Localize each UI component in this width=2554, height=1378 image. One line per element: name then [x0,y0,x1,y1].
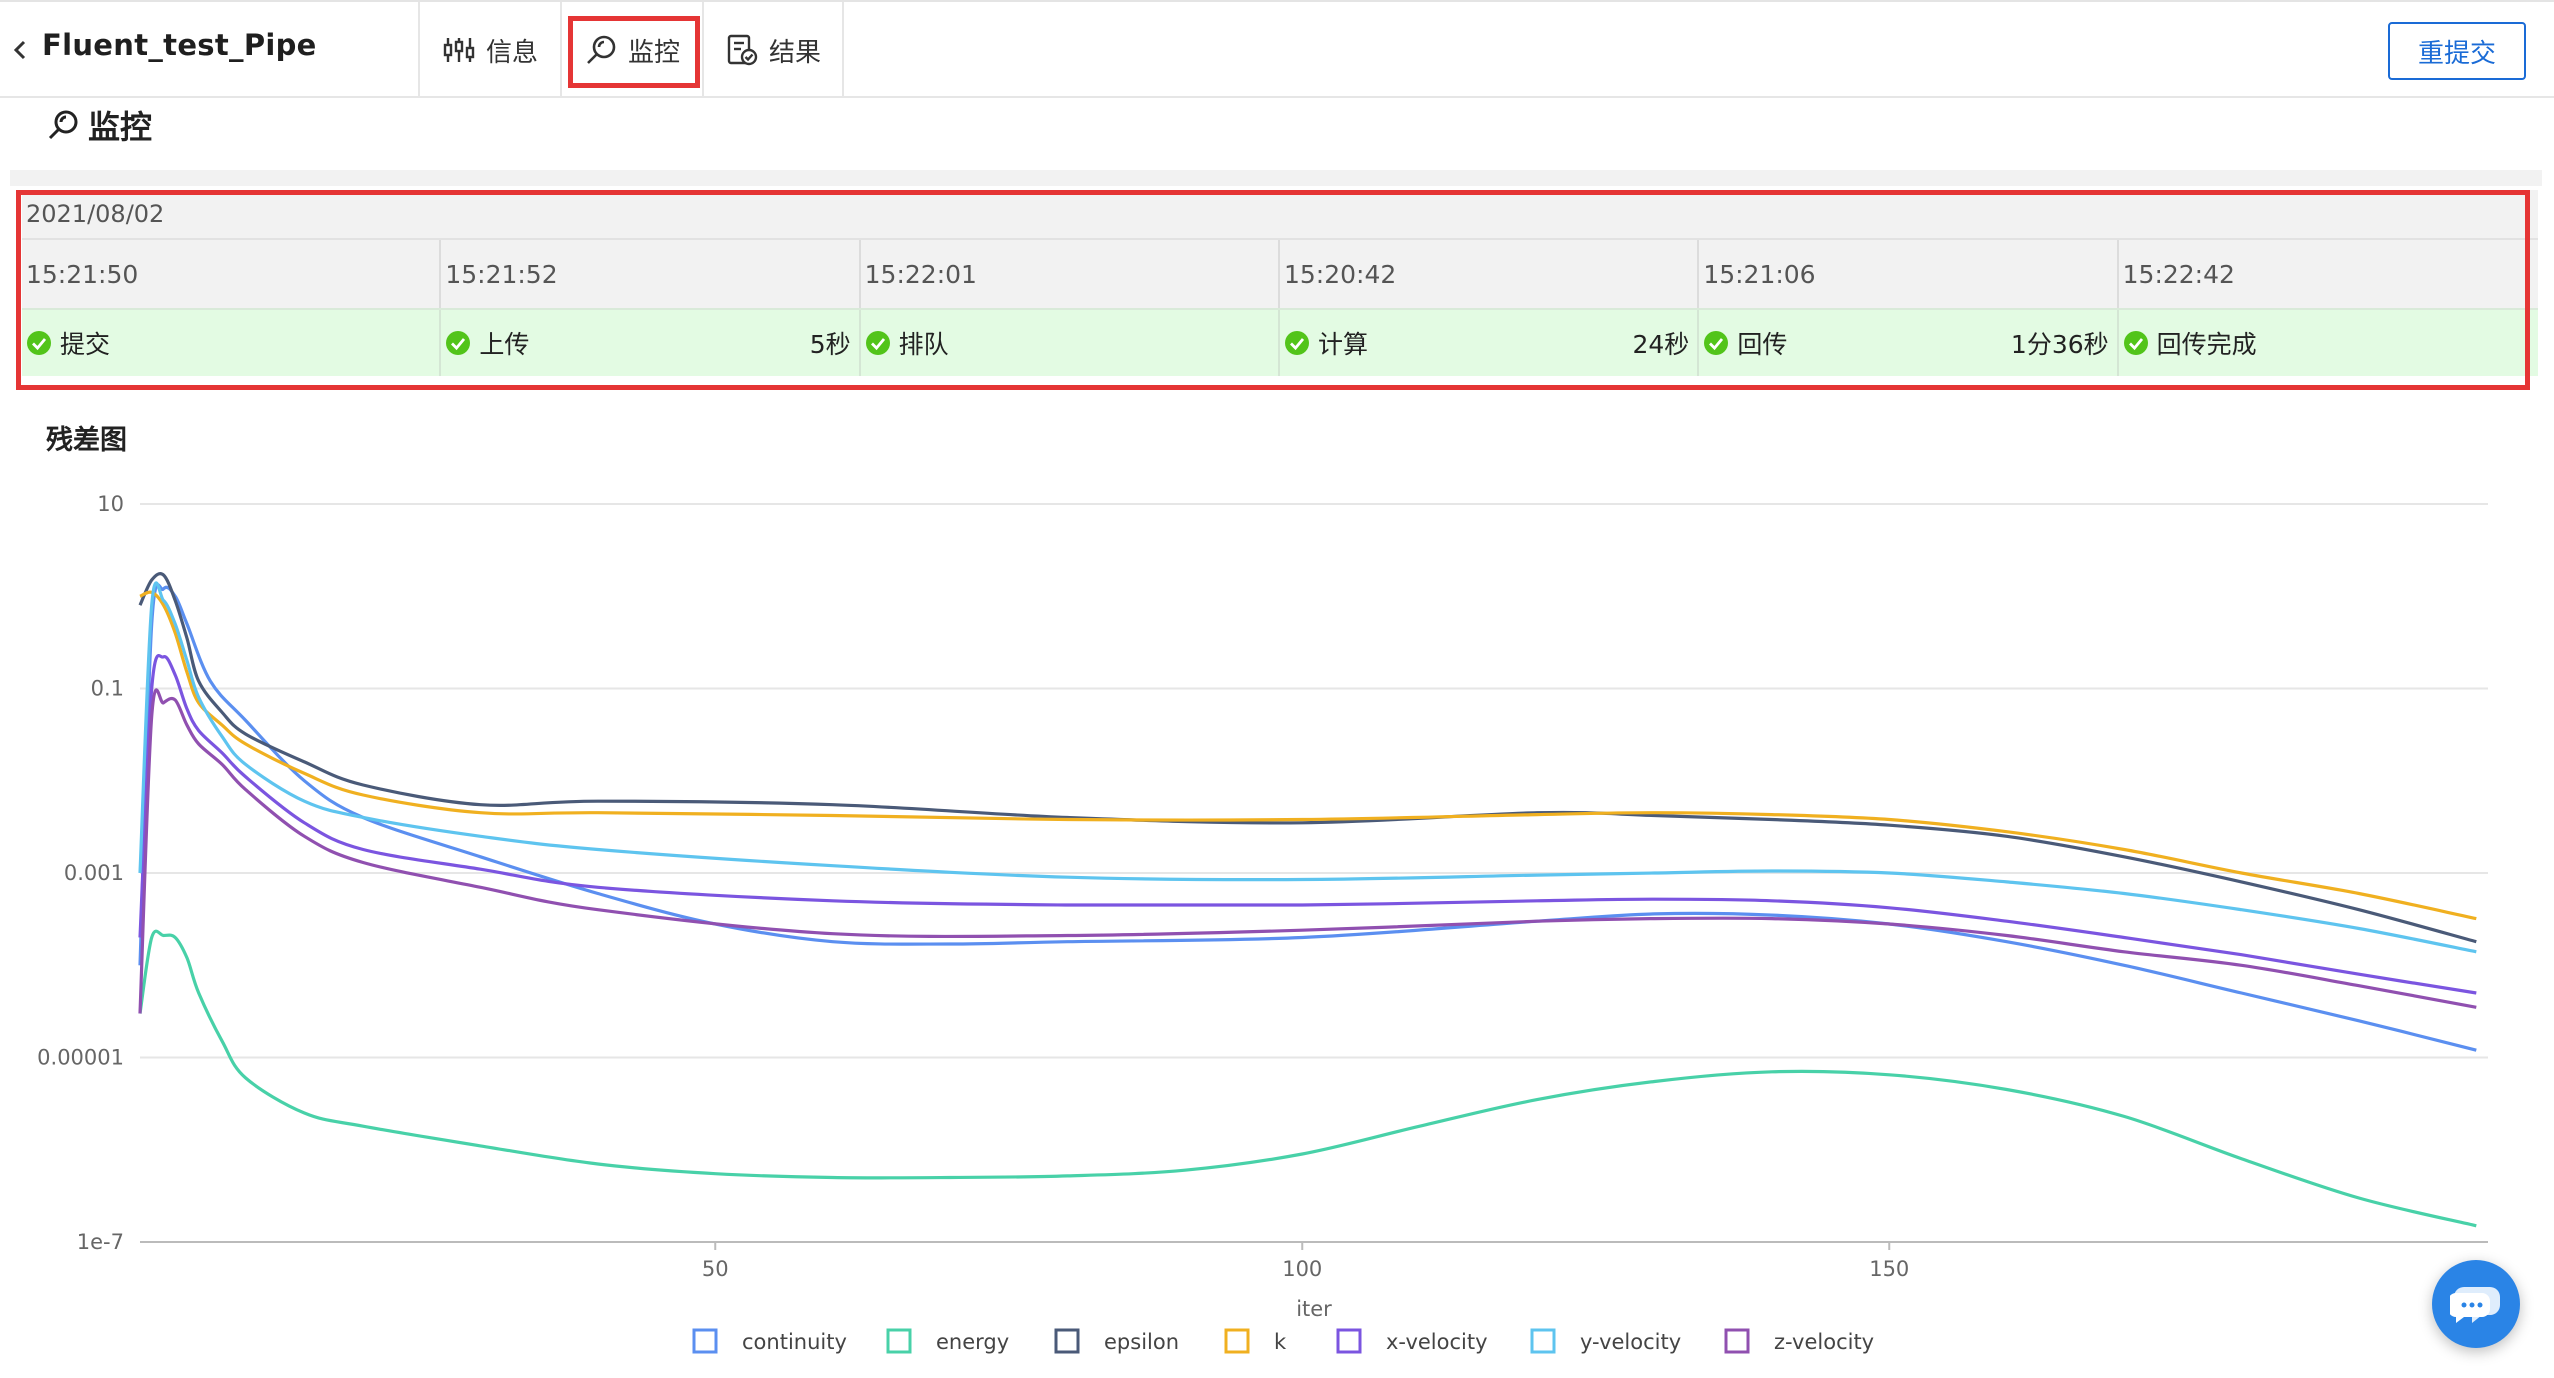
tab-info-label: 信息 [485,37,538,68]
legend-label[interactable]: energy [936,1330,1009,1354]
job-timeline: 2021/08/02 15:21:50 15:21:52 15:22:01 15… [22,190,2538,376]
timeline-step: 排队 [861,310,1280,376]
section-divider [10,170,2542,186]
series-line-y-velocity [138,581,2477,954]
timeline-time: 15:21:52 [441,240,861,308]
timeline-step: 上传 5秒 [441,310,861,376]
timeline-step: 回传 1分36秒 [1699,310,2119,376]
sliders-icon [443,38,475,62]
series-line-continuity [138,583,2477,1052]
legend-swatch[interactable] [1530,1328,1556,1354]
chat-icon [2450,1287,2500,1323]
legend-label[interactable]: k [1274,1330,1287,1354]
x-tick-label: 50 [702,1257,729,1281]
check-circle-icon [27,331,51,355]
tab-result[interactable]: 结果 [702,2,844,98]
legend-swatch[interactable] [1724,1328,1750,1354]
legend-label[interactable]: continuity [742,1330,847,1354]
y-tick-label: 0.00001 [37,1046,124,1070]
check-circle-icon [865,331,890,355]
step-duration: 5秒 [809,330,851,359]
resubmit-button[interactable]: 重提交 [2388,22,2526,80]
timeline-steps-row: 提交 上传 5秒 排队 计算 24秒 回传 1分36秒 回传完成 [22,308,2538,376]
timeline-step: 计算 24秒 [1280,310,1700,376]
tab-result-label: 结果 [768,37,821,68]
result-doc-icon [727,34,758,66]
timeline-time: 15:20:42 [1280,240,1700,308]
x-tick-label: 150 [1869,1257,1909,1281]
y-tick-label: 0.001 [64,861,124,885]
legend-label[interactable]: x-velocity [1386,1330,1488,1354]
timeline-date: 2021/08/02 [26,200,165,228]
back-arrow-icon[interactable] [6,32,36,68]
series-line-energy [138,929,2477,1228]
app-title: Fluent_test_Pipe [42,28,317,62]
y-tick-label: 1e-7 [77,1230,124,1254]
check-circle-icon [1284,331,1309,355]
step-duration: 24秒 [1632,330,1690,359]
timeline-time: 15:22:01 [861,240,1280,308]
timeline-time: 15:21:50 [22,240,442,308]
x-tick-label: 100 [1282,1257,1322,1281]
step-label: 排队 [898,330,949,359]
legend-label[interactable]: z-velocity [1774,1330,1874,1354]
tab-monitor[interactable]: 监控 [560,2,702,98]
step-label: 计算 [1317,330,1368,359]
legend-label[interactable]: epsilon [1104,1330,1179,1354]
legend-swatch[interactable] [1054,1328,1080,1354]
timeline-times-row: 15:21:50 15:21:52 15:22:01 15:20:42 15:2… [22,238,2538,308]
step-label: 回传 [1737,330,1788,359]
check-circle-icon [446,331,471,355]
tab-info[interactable]: 信息 [418,2,560,98]
timeline-time: 15:22:42 [2122,259,2235,289]
top-header: Fluent_test_Pipe 信息 监控 结果 重提交 [0,0,2554,98]
search-monitor-icon [48,110,78,140]
timeline-step: 回传完成 [2119,310,2538,376]
y-tick-label: 0.1 [91,677,124,701]
section-title: 监控 [46,102,152,148]
series-line-epsilon [138,572,2477,944]
section-title-text: 监控 [88,108,153,146]
tab-monitor-label: 监控 [627,37,680,68]
step-label: 回传完成 [2156,330,2257,359]
legend-swatch[interactable] [886,1328,912,1354]
timeline-time: 15:21:06 [1699,240,2119,308]
check-circle-icon [2123,331,2148,355]
section-header-card [10,98,2542,170]
timeline-step: 提交 [22,310,442,376]
step-duration: 1分36秒 [2010,330,2109,359]
legend-swatch[interactable] [692,1328,718,1354]
legend-label[interactable]: y-velocity [1580,1330,1681,1354]
y-tick-label: 10 [97,492,124,516]
x-axis-label: iter [1296,1297,1332,1321]
step-label: 上传 [479,330,530,359]
step-label: 提交 [60,330,111,359]
residual-chart: 10 0.1 0.001 0.00001 1e-7 50 100 150 iter continu… [37,492,2488,1354]
search-monitor-icon [587,35,616,64]
chat-button[interactable] [2432,1260,2520,1348]
check-circle-icon [1704,331,1729,355]
legend-swatch[interactable] [1224,1328,1250,1354]
legend-swatch[interactable] [1336,1328,1362,1354]
